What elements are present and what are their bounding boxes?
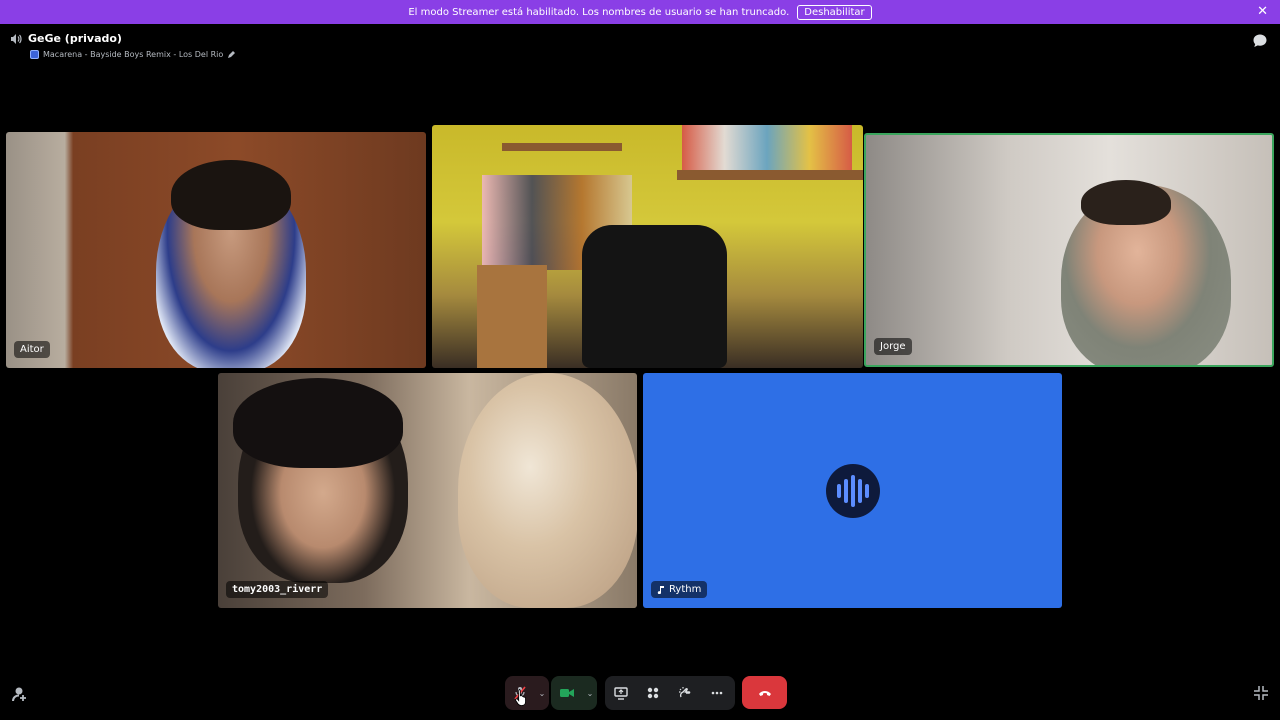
soundboard-icon[interactable] <box>669 676 701 710</box>
actions-group <box>605 676 735 710</box>
participant-name: tomy2003_riverr <box>226 581 329 598</box>
pencil-icon[interactable] <box>227 50 236 59</box>
hair <box>171 160 291 230</box>
participant-name: Aitor <box>14 341 50 358</box>
close-icon[interactable]: ✕ <box>1257 4 1268 19</box>
call-controls: ⌄ ⌄ <box>0 676 1280 710</box>
bot-music-icon <box>657 586 664 594</box>
chevron-down-icon[interactable]: ⌄ <box>583 676 597 710</box>
avatar-wave-bar <box>851 475 855 507</box>
chevron-down-icon[interactable]: ⌄ <box>535 676 549 710</box>
activity-status: Macarena - Bayside Boys Remix - Los Del … <box>30 50 236 59</box>
toys <box>682 125 852 170</box>
hand-cursor-icon <box>515 689 526 706</box>
avatar-wave-bar <box>844 479 848 503</box>
activity-app-icon <box>30 50 39 59</box>
camera-icon[interactable] <box>551 676 583 710</box>
streamer-mode-banner: El modo Streamer está habilitado. Los no… <box>0 0 1280 24</box>
shelf <box>677 170 863 180</box>
chat-bubble-icon[interactable] <box>1252 33 1268 49</box>
cat-face <box>458 373 637 608</box>
participant-tile-bot[interactable]: Rythm <box>643 373 1062 608</box>
participant-tile[interactable] <box>432 125 863 368</box>
avatar-wave-bar <box>858 479 862 503</box>
speaker-icon <box>11 33 22 44</box>
banner-text: El modo Streamer está habilitado. Los no… <box>408 6 790 18</box>
call-header: GeGe (privado) Macarena - Bayside Boys R… <box>10 32 236 59</box>
participant-name-label: Rythm <box>669 584 702 595</box>
camera-group: ⌄ <box>551 676 597 710</box>
participant-name: Jorge <box>874 338 912 355</box>
more-icon[interactable] <box>701 676 733 710</box>
shelf <box>502 143 622 151</box>
hair <box>1081 180 1171 225</box>
avatar <box>826 464 880 518</box>
activities-icon[interactable] <box>637 676 669 710</box>
phone-hangup-icon <box>758 690 771 696</box>
exit-fullscreen-icon[interactable] <box>1253 685 1269 701</box>
participant-tile[interactable]: Aitor <box>6 132 426 368</box>
hair <box>233 378 403 468</box>
avatar-wave-bar <box>865 484 869 498</box>
participant-tile[interactable]: tomy2003_riverr <box>218 373 637 608</box>
avatar-wave-bar <box>837 484 841 498</box>
activity-text: Macarena - Bayside Boys Remix - Los Del … <box>43 50 224 59</box>
gaming-chair <box>582 225 727 368</box>
mic-group: ⌄ <box>505 676 549 710</box>
disable-streamer-mode-button[interactable]: Deshabilitar <box>797 4 872 20</box>
disconnect-button[interactable] <box>742 676 787 709</box>
desk <box>477 265 547 368</box>
participant-tile-speaking[interactable]: Jorge <box>864 133 1274 367</box>
channel-name: GeGe (privado) <box>28 32 122 45</box>
participant-name: Rythm <box>651 581 708 598</box>
screen-share-icon[interactable] <box>605 676 637 710</box>
